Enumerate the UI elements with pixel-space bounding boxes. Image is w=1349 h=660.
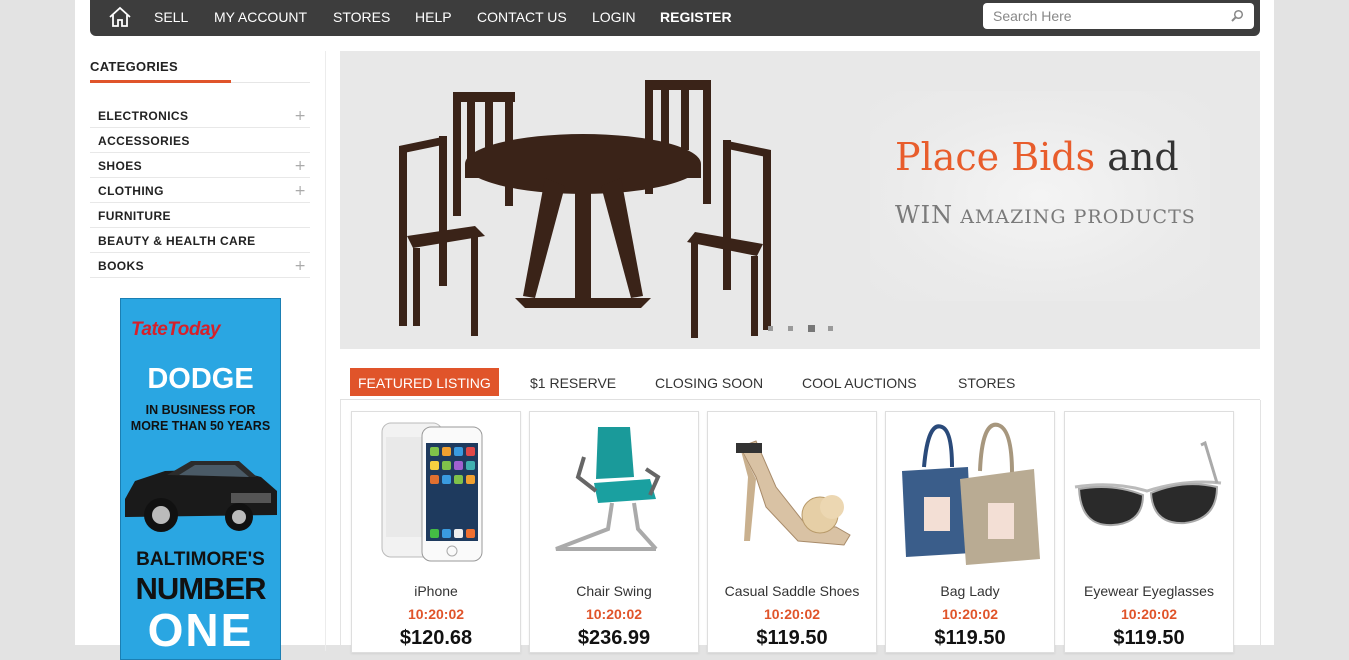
slide-dot-1[interactable] — [768, 326, 773, 331]
expand-icon[interactable]: + — [294, 108, 306, 124]
category-item-accessories[interactable]: ACCESSORIES — [90, 128, 310, 153]
product-card-eyewear-eyeglasses[interactable]: Eyewear Eyeglasses 10:20:02 $119.50 — [1064, 411, 1234, 653]
banner-heading-dark: and — [1095, 135, 1179, 179]
tab-closing-soon[interactable]: CLOSING SOON — [655, 368, 763, 396]
expand-icon[interactable]: + — [294, 183, 306, 199]
product-card-bag-lady[interactable]: Bag Lady 10:20:02 $119.50 — [885, 411, 1055, 653]
category-item-shoes[interactable]: SHOES + — [90, 153, 310, 178]
nav-register[interactable]: REGISTER — [660, 9, 732, 25]
product-name[interactable]: Bag Lady — [886, 583, 1054, 599]
category-list: ELECTRONICS + ACCESSORIES SHOES + CLOTHING… — [90, 103, 310, 278]
product-name[interactable]: iPhone — [352, 583, 520, 599]
ad-brand-logo: TateToday — [131, 319, 221, 340]
category-label: FURNITURE — [98, 209, 171, 223]
category-item-electronics[interactable]: ELECTRONICS + — [90, 103, 310, 128]
search-icon[interactable] — [1230, 9, 1244, 23]
search-input[interactable] — [983, 3, 1228, 29]
product-card-iphone[interactable]: iPhone 10:20:02 $120.68 — [351, 411, 521, 653]
iphone-image — [381, 422, 483, 562]
tab-featured-listing[interactable]: FEATURED LISTING — [350, 368, 499, 396]
top-nav: SELL MY ACCOUNT STORES HELP CONTACT US L… — [90, 0, 1260, 36]
slide-dot-4[interactable] — [828, 326, 833, 331]
product-price: $119.50 — [934, 627, 1006, 649]
nav-contact-us[interactable]: CONTACT US — [477, 9, 567, 25]
banner-heading-orange: Place Bids — [895, 135, 1096, 179]
category-item-beauty-health-care[interactable]: BEAUTY & HEALTH CARE — [90, 228, 310, 253]
category-label: CLOTHING — [98, 184, 164, 198]
nav-sell[interactable]: SELL — [154, 9, 188, 25]
nav-stores[interactable]: STORES — [333, 9, 390, 25]
slide-dot-2[interactable] — [788, 326, 793, 331]
ad-city: BALTIMORE'S — [136, 549, 265, 570]
product-price: $236.99 — [577, 627, 651, 649]
category-label: ELECTRONICS — [98, 109, 189, 123]
expand-icon[interactable]: + — [294, 158, 306, 174]
slide-dot-3[interactable] — [808, 325, 815, 332]
tab-cool-auctions[interactable]: COOL AUCTIONS — [802, 368, 917, 396]
category-item-furniture[interactable]: FURNITURE — [90, 203, 310, 228]
listing-tabs: FEATURED LISTING $1 RESERVE CLOSING SOON… — [350, 368, 1270, 398]
category-label: ACCESSORIES — [98, 134, 190, 148]
category-label: BEAUTY & HEALTH CARE — [98, 234, 256, 248]
page: SELL MY ACCOUNT STORES HELP CONTACT US L… — [75, 0, 1274, 660]
ad-one: ONE — [147, 604, 254, 656]
product-time-left: 10:20:02 — [763, 606, 821, 622]
ad-tagline: IN BUSINESS FOR MORE THAN 50 YEARS — [121, 402, 280, 434]
home-icon[interactable] — [108, 6, 132, 28]
category-label: BOOKS — [98, 259, 145, 273]
tab-1-reserve[interactable]: $1 RESERVE — [530, 368, 616, 396]
hero-banner[interactable]: Place Bids and WIN AMAZING PRODUCTS — [340, 51, 1260, 349]
product-name[interactable]: Eyewear Eyeglasses — [1065, 583, 1233, 599]
product-name[interactable]: Chair Swing — [530, 583, 698, 599]
chair-image — [555, 427, 661, 551]
nav-login[interactable]: LOGIN — [592, 9, 636, 25]
ad-tagline-2: MORE THAN 50 YEARS — [130, 419, 271, 433]
product-time-left: 10:20:02 — [407, 606, 465, 622]
ad-tagline-1: IN BUSINESS FOR — [145, 403, 256, 417]
search-box — [983, 3, 1254, 29]
banner-subheading: WIN AMAZING PRODUCTS — [895, 201, 1196, 229]
product-name[interactable]: Casual Saddle Shoes — [708, 583, 876, 599]
banner-heading: Place Bids and — [895, 135, 1179, 179]
shoe-image — [736, 440, 851, 546]
product-time-left: 10:20:02 — [941, 606, 999, 622]
sidebar-ad-banner[interactable]: TateToday DODGE IN BUSINESS FOR MORE THAN… — [120, 298, 281, 660]
nav-my-account[interactable]: MY ACCOUNT — [214, 9, 307, 25]
dining-table-image — [399, 80, 771, 338]
banner-subheading-big: WIN — [895, 201, 954, 229]
product-price: $119.50 — [1113, 627, 1185, 649]
category-label: SHOES — [98, 159, 143, 173]
banner-glow — [870, 91, 1210, 301]
product-time-left: 10:20:02 — [1120, 606, 1178, 622]
sidebar-divider — [325, 51, 326, 651]
product-card-chair-swing[interactable]: Chair Swing 10:20:02 $236.99 — [529, 411, 699, 653]
car-image — [125, 461, 277, 532]
nav-help[interactable]: HELP — [415, 9, 452, 25]
title-underline — [90, 80, 231, 83]
product-time-left: 10:20:02 — [585, 606, 643, 622]
sunglasses-image — [1074, 440, 1222, 527]
category-item-books[interactable]: BOOKS + — [90, 253, 310, 278]
banner-subheading-small: AMAZING PRODUCTS — [953, 206, 1196, 228]
categories-title: CATEGORIES — [90, 59, 178, 74]
bag-image — [902, 422, 1040, 565]
category-item-clothing[interactable]: CLOTHING + — [90, 178, 310, 203]
product-card-casual-saddle-shoes[interactable]: Casual Saddle Shoes 10:20:02 $119.50 — [707, 411, 877, 653]
expand-icon[interactable]: + — [294, 258, 306, 274]
product-price: $119.50 — [756, 627, 828, 649]
ad-headline: DODGE — [147, 363, 254, 395]
product-price: $120.68 — [399, 627, 473, 649]
tab-stores[interactable]: STORES — [958, 368, 1015, 396]
ad-number: NUMBER — [135, 571, 266, 606]
